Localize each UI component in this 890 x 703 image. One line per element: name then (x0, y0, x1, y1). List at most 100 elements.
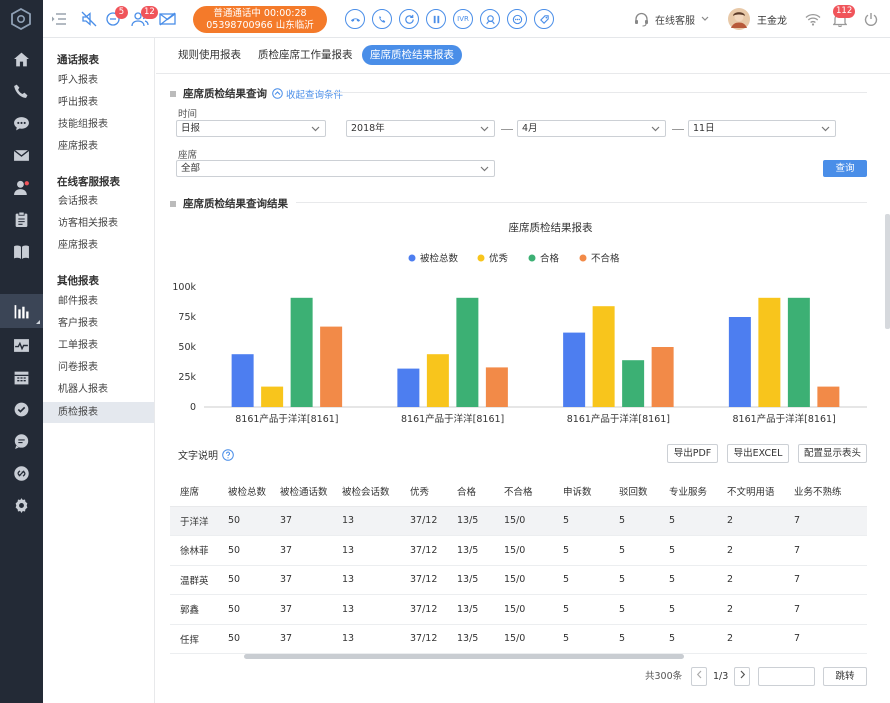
sidebar-item-robot-report[interactable]: 机器人报表 (43, 379, 154, 400)
table-row[interactable]: 郭鑫 50 37 13 37/12 13/5 15/0 5 5 5 2 7 (170, 594, 867, 625)
mute-button[interactable] (81, 0, 97, 38)
export-pdf-button[interactable]: 导出PDF (667, 444, 718, 463)
table-cell: 7 (784, 506, 867, 536)
schedule-nav[interactable] (0, 362, 43, 392)
horizontal-scrollbar[interactable] (170, 652, 867, 661)
hold-button[interactable] (372, 9, 392, 29)
user-menu[interactable]: 王金龙 (728, 0, 787, 38)
collapse-label: 收起查询条件 (286, 89, 344, 101)
mail-nav[interactable] (0, 140, 43, 170)
calendar-icon (14, 371, 29, 384)
agent-select[interactable]: 全部 (176, 160, 495, 177)
time-label: 时间 (178, 109, 198, 120)
sidebar-item-outbound-report[interactable]: 呼出报表 (43, 92, 154, 113)
help-icon[interactable] (222, 448, 234, 461)
table-cell: 5 (609, 565, 659, 595)
chart-bar (485, 367, 508, 407)
page-jump-input[interactable] (758, 667, 815, 686)
month-select[interactable]: 4月 (517, 120, 666, 137)
export-excel-button[interactable]: 导出EXCEL (727, 444, 789, 463)
sidebar-item-visitor-report[interactable]: 访客相关报表 (43, 213, 154, 234)
power-button[interactable] (864, 0, 878, 38)
sidebar-item-session-report[interactable]: 会话报表 (43, 191, 154, 212)
consult-button[interactable] (480, 9, 500, 29)
chart-bar (456, 297, 479, 407)
sidebar-item-customer-report[interactable]: 客户报表 (43, 313, 154, 334)
sidebar-item-survey-report[interactable]: 问卷报表 (43, 357, 154, 378)
ivr-label: IVR (457, 15, 469, 23)
table-cell: 50 (218, 565, 270, 595)
pause-button[interactable] (426, 9, 446, 29)
tab-quality-workload[interactable]: 质检座席工作量报表 (258, 45, 353, 65)
sidebar-item-ticket-report[interactable]: 工单报表 (43, 335, 154, 356)
legend-marker (579, 254, 587, 262)
table-row[interactable]: 温群英 50 37 13 37/12 13/5 15/0 5 5 5 2 7 (170, 565, 867, 595)
monitor-nav[interactable] (0, 330, 43, 360)
online-status-dropdown[interactable]: 在线客服 (634, 0, 709, 38)
table-cell: 郭鑫 (170, 594, 218, 625)
jump-button[interactable]: 跳转 (823, 667, 867, 686)
email-toggle[interactable] (159, 0, 176, 38)
menu-toggle[interactable] (52, 0, 66, 38)
report-nav[interactable] (0, 294, 43, 328)
query-button[interactable]: 查询 (823, 160, 867, 177)
tab-rule-usage[interactable]: 规则使用报表 (178, 45, 241, 65)
ticket-nav[interactable] (0, 204, 43, 234)
table-row[interactable]: 任挥 50 37 13 37/12 13/5 15/0 5 5 5 2 7 (170, 624, 867, 654)
phone-nav[interactable] (0, 76, 43, 106)
chart-bar (592, 306, 615, 407)
period-select[interactable]: 日报 (176, 120, 326, 137)
chart-bar (563, 332, 586, 407)
table-cell: 37/12 (400, 506, 447, 536)
agent-label: 座席 (178, 150, 198, 161)
sidebar-item-email-report[interactable]: 邮件报表 (43, 291, 154, 312)
sidebar-item-agent-report[interactable]: 座席报表 (43, 136, 154, 157)
column-header: 优秀 (400, 476, 447, 507)
home-nav[interactable] (0, 44, 43, 74)
settings-nav[interactable] (0, 490, 43, 520)
chat-badge: 5 (115, 6, 128, 19)
collapse-toggle[interactable]: 收起查询条件 (272, 87, 343, 101)
chevron-down-icon (651, 126, 660, 132)
table-cell: 15/0 (494, 565, 553, 595)
vertical-scrollbar[interactable] (885, 214, 890, 329)
prev-page-button[interactable] (691, 667, 707, 686)
chevron-down-icon (480, 166, 489, 172)
day-select[interactable]: 11日 (688, 120, 836, 137)
table-cell: 2 (717, 506, 784, 536)
table-cell: 37/12 (400, 594, 447, 625)
table-row[interactable]: 徐林菲 50 37 13 37/12 13/5 15/0 5 5 5 2 7 (170, 535, 867, 566)
satisfaction-button[interactable] (534, 9, 554, 29)
legend-label: 优秀 (489, 253, 509, 265)
power-icon (864, 13, 878, 26)
next-page-button[interactable] (734, 667, 750, 686)
year-select[interactable]: 2018年 (346, 120, 495, 137)
table-cell: 13 (332, 565, 400, 595)
link-nav[interactable] (0, 458, 43, 488)
ivr-button[interactable]: IVR (453, 9, 473, 29)
call-status-pill[interactable]: 普通通话中 00:00:28 05398700966 山东临沂 (193, 6, 327, 33)
refresh-icon (404, 14, 414, 24)
table-row[interactable]: 于洋洋 50 37 13 37/12 13/5 15/0 5 5 5 2 7 (170, 506, 867, 536)
sidebar-item-inbound-report[interactable]: 呼入报表 (43, 70, 154, 91)
conference-button[interactable] (507, 9, 527, 29)
sidebar-item-online-agent-report[interactable]: 座席报表 (43, 235, 154, 256)
table-cell: 37 (270, 565, 332, 595)
sidebar-item-quality-report[interactable]: 质检报表 (43, 402, 154, 423)
transfer-button[interactable] (399, 9, 419, 29)
chat-nav[interactable] (0, 108, 43, 138)
tab-agent-quality-result[interactable]: 座席质检结果报表 (362, 45, 462, 65)
total-count: 共300条 (645, 671, 683, 682)
message-nav[interactable] (0, 426, 43, 456)
section-line (326, 92, 867, 93)
quality-nav[interactable] (0, 394, 43, 424)
knowledge-nav[interactable] (0, 236, 43, 266)
network-status (805, 0, 821, 38)
scrollbar-thumb[interactable] (244, 654, 684, 659)
customer-nav[interactable] (0, 172, 43, 202)
config-header-button[interactable]: 配置显示表头 (798, 444, 867, 463)
table-cell: 50 (218, 594, 270, 625)
x-tick-label: 8161产品于洋洋[8161] (235, 413, 338, 425)
hangup-button[interactable] (345, 9, 365, 29)
sidebar-item-skill-group-report[interactable]: 技能组报表 (43, 114, 154, 135)
